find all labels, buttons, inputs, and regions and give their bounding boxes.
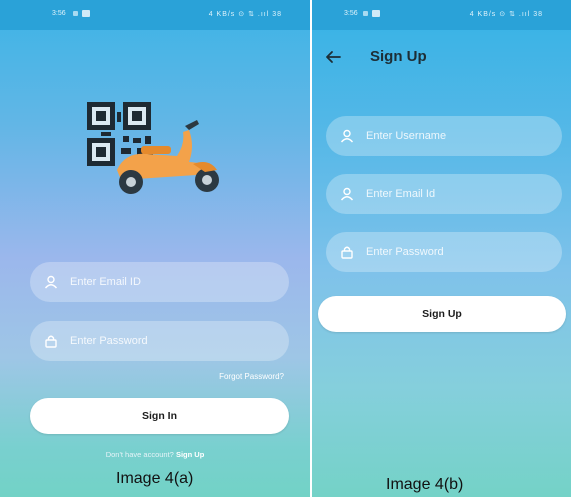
notification-icon (372, 10, 380, 17)
email-placeholder: Enter Email ID (70, 276, 141, 288)
scooter-qr-logo (87, 102, 219, 194)
sign-in-button[interactable]: Sign In (30, 398, 289, 434)
password-placeholder: Enter Password (70, 335, 148, 347)
notification-dot-icon (73, 11, 78, 16)
lock-icon (341, 246, 353, 259)
password-placeholder: Enter Password (366, 246, 444, 258)
signup-screen: 3:56 4 KB/s ⊙ ⇅ .ııl 38 Sign Up Enter Us… (312, 0, 571, 497)
caption-a: Image 4(a) (116, 470, 194, 487)
email-placeholder: Enter Email Id (366, 188, 436, 200)
status-time: 3:56 (344, 10, 358, 17)
email-field[interactable]: Enter Email Id (326, 174, 562, 214)
status-icons: 4 KB/s ⊙ ⇅ .ııl 38 (208, 11, 282, 18)
password-field[interactable]: Enter Password (326, 232, 562, 272)
signin-screen: 3:56 4 KB/s ⊙ ⇅ .ııl 38 Enter Email ID E… (0, 0, 310, 497)
status-bar: 3:56 4 KB/s ⊙ ⇅ .ııl 38 (0, 0, 310, 30)
user-icon (44, 275, 58, 289)
lock-icon (45, 335, 57, 348)
username-placeholder: Enter Username (366, 130, 447, 142)
status-icons: 4 KB/s ⊙ ⇅ .ııl 38 (469, 11, 543, 18)
back-arrow-icon[interactable] (324, 48, 342, 66)
notification-dot-icon (363, 11, 368, 16)
status-time: 3:56 (52, 10, 66, 17)
signup-prompt: Don't have account? Sign Up (0, 450, 310, 459)
page-title: Sign Up (370, 48, 427, 65)
forgot-password-link[interactable]: Forgot Password? (219, 372, 284, 381)
no-account-text: Don't have account? (105, 450, 174, 459)
password-field[interactable]: Enter Password (30, 321, 289, 361)
sign-up-link[interactable]: Sign Up (176, 450, 204, 459)
notification-icon (82, 10, 90, 17)
sign-up-button[interactable]: Sign Up (318, 296, 566, 332)
user-icon (340, 129, 354, 143)
caption-b: Image 4(b) (386, 476, 464, 493)
status-bar: 3:56 4 KB/s ⊙ ⇅ .ııl 38 (312, 0, 571, 30)
scooter-icon (117, 120, 219, 194)
username-field[interactable]: Enter Username (326, 116, 562, 156)
user-icon (340, 187, 354, 201)
email-field[interactable]: Enter Email ID (30, 262, 289, 302)
